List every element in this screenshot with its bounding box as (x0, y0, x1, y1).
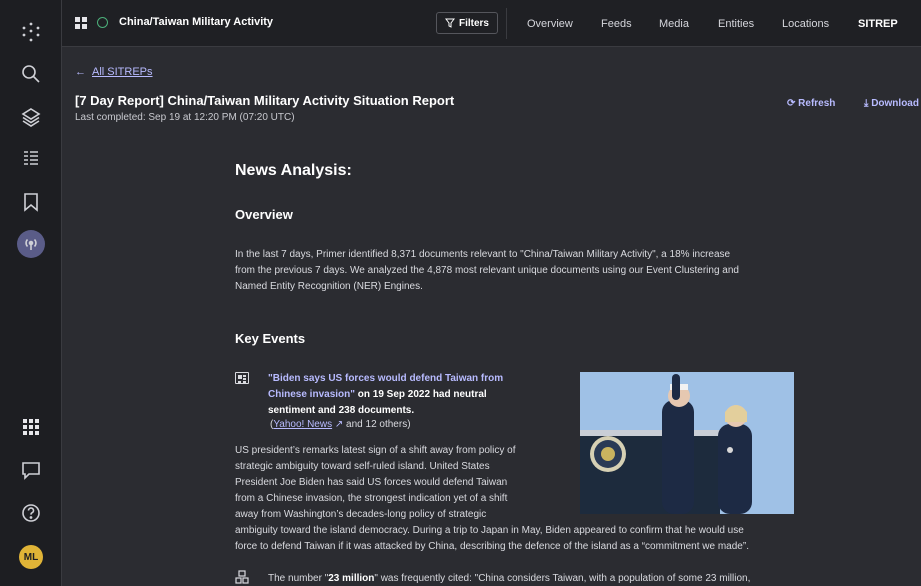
list-icon[interactable] (15, 143, 47, 175)
live-broadcast-icon[interactable] (17, 230, 45, 258)
event-body-line: strategic ambiguity toward self-ruled is… (235, 461, 490, 472)
bookmark-icon[interactable] (15, 186, 47, 218)
quote-number-icon (235, 570, 249, 584)
status-indicator-icon (97, 17, 108, 28)
app-launcher-icon[interactable] (15, 16, 47, 48)
filters-button[interactable]: Filters (436, 12, 498, 34)
event-body-line: from a Chinese invasion, the strongest i… (235, 493, 508, 504)
overview-line: from the previous 7 days. We analyzed th… (235, 265, 739, 276)
news-analysis-heading: News Analysis: (235, 162, 352, 179)
layers-icon[interactable] (15, 101, 47, 133)
tab-overview[interactable]: Overview (527, 18, 573, 30)
search-icon[interactable] (15, 58, 47, 90)
back-link-label: All SITREPs (92, 66, 153, 78)
filters-label: Filters (458, 17, 489, 29)
user-avatar[interactable]: ML (19, 545, 43, 569)
citation-pre: The number " (268, 573, 329, 584)
event-body-line: ambiguity toward the island democracy. D… (235, 525, 744, 536)
citation-post: " was frequently cited: "China considers… (374, 573, 751, 584)
tab-media[interactable]: Media (659, 18, 689, 30)
refresh-icon: ⟳ (787, 98, 796, 109)
source-others: and 12 others) (343, 419, 411, 430)
overview-line: Named Entity Recognition (NER) Engines. (235, 281, 423, 292)
citation-line: The number "23 million" was frequently c… (268, 571, 750, 586)
dashboard-grid-icon[interactable] (75, 17, 87, 29)
overview-paragraph: In the last 7 days, Primer identified 8,… (235, 247, 739, 295)
event-body-line: away from Washington’s decades-long poli… (235, 509, 487, 520)
source-link[interactable]: Yahoo! News (273, 419, 332, 430)
apps-grid-icon[interactable] (15, 411, 47, 443)
refresh-label: Refresh (798, 98, 836, 109)
download-button[interactable]: ⤓ Download (864, 98, 919, 109)
key-events-heading: Key Events (235, 331, 306, 346)
help-icon[interactable] (15, 497, 47, 529)
citation-value: 23 million (328, 573, 375, 584)
event-body-line: President Joe Biden has said US forces w… (235, 477, 508, 488)
left-rail: ML (0, 0, 62, 586)
tab-locations[interactable]: Locations (782, 18, 829, 30)
topbar-divider (506, 8, 507, 39)
event-body-line: force to defend Taiwan if it was attacke… (235, 541, 749, 552)
arrow-left-icon: ← (75, 66, 86, 78)
news-article-icon (235, 372, 249, 384)
event-headline: "Biden says US forces would defend Taiwa… (268, 371, 528, 419)
feedback-icon[interactable] (15, 454, 47, 486)
top-bar: China/Taiwan Military Activity Filters O… (62, 0, 921, 47)
last-completed: Last completed: Sep 19 at 12:20 PM (07:2… (75, 112, 295, 123)
external-link-icon: ↗ (332, 419, 344, 430)
event-body: US president’s remarks latest sign of a … (235, 443, 749, 555)
app-title: China/Taiwan Military Activity (119, 16, 274, 28)
tab-sitrep[interactable]: SITREP (858, 18, 898, 30)
download-icon: ⤓ (864, 98, 869, 109)
back-link[interactable]: ← All SITREPs (75, 66, 153, 78)
tab-feeds[interactable]: Feeds (601, 18, 632, 30)
event-sources: (Yahoo! News ↗ and 12 others) (270, 419, 411, 430)
tab-entities[interactable]: Entities (718, 18, 754, 30)
filter-icon (444, 18, 455, 28)
overview-heading: Overview (235, 207, 293, 222)
download-label: Download (871, 98, 919, 109)
event-body-line: US president’s remarks latest sign of a … (235, 445, 516, 456)
overview-line: In the last 7 days, Primer identified 8,… (235, 249, 731, 260)
report-title: [7 Day Report] China/Taiwan Military Act… (75, 93, 455, 108)
refresh-button[interactable]: ⟳ Refresh (787, 98, 835, 109)
